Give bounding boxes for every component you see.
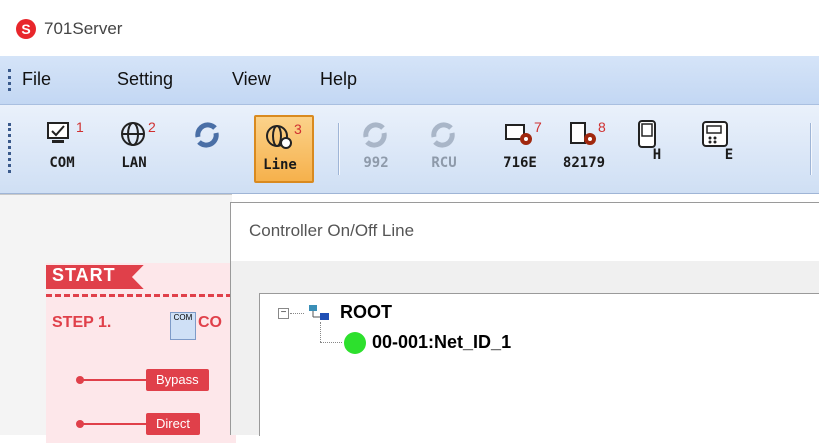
- device-h-label: H: [652, 147, 662, 163]
- tree-node-net-id-1[interactable]: 00-001:Net_ID_1: [372, 332, 511, 353]
- com-button[interactable]: 1 COM: [38, 115, 94, 179]
- dialog-body: − ROOT 00-001:Net_ID_1: [231, 261, 819, 436]
- toolbar-separator: [338, 123, 340, 175]
- refresh-icon: [363, 122, 387, 148]
- refresh-button[interactable]: [184, 115, 240, 179]
- device-e-button[interactable]: E: [694, 115, 750, 179]
- com-number: 1: [76, 119, 84, 135]
- tree-root[interactable]: ROOT: [340, 302, 392, 323]
- collapse-toggle[interactable]: −: [278, 308, 289, 319]
- title-bar: S 701Server: [0, 0, 819, 56]
- 992-label: 992: [363, 155, 389, 171]
- controller-online-dialog: Controller On/Off Line − ROOT 00-001:Net…: [230, 202, 819, 436]
- lan-button[interactable]: 2 LAN: [110, 115, 166, 179]
- com-monitor-icon: COM: [170, 312, 196, 340]
- bypass-button[interactable]: Bypass: [146, 369, 209, 391]
- menu-file[interactable]: File: [22, 69, 51, 90]
- menu-bar: File Setting View Help: [0, 56, 819, 105]
- gear-device-icon: [570, 122, 596, 145]
- menu-setting[interactable]: Setting: [117, 69, 173, 90]
- app-title: 701Server: [44, 19, 123, 38]
- com-label: COM: [49, 155, 75, 171]
- 82179-label: 82179: [562, 155, 606, 171]
- 716e-number: 7: [534, 119, 542, 135]
- online-status-icon: [344, 332, 366, 354]
- rcu-button[interactable]: RCU: [420, 115, 476, 179]
- line-label: Line: [263, 157, 297, 173]
- lan-globe-icon: [121, 122, 145, 146]
- line-button[interactable]: 3 Line: [254, 115, 314, 183]
- 716e-button[interactable]: 7 716E: [496, 115, 552, 179]
- toolbar: 1 COM 2 LAN 3 Line 992 RCU 7 716E 8 8217…: [0, 105, 819, 194]
- tree-connector: [290, 313, 304, 314]
- direct-button[interactable]: Direct: [146, 413, 200, 435]
- controller-tree[interactable]: − ROOT 00-001:Net_ID_1: [259, 293, 819, 436]
- line-number: 3: [294, 121, 302, 137]
- option-line: [80, 379, 150, 381]
- start-tag: START: [46, 265, 144, 289]
- refresh-icon: [431, 122, 455, 148]
- 992-button[interactable]: 992: [352, 115, 408, 179]
- lan-number: 2: [148, 119, 156, 135]
- refresh-icon: [195, 122, 219, 148]
- device-h-button[interactable]: H: [628, 115, 684, 179]
- menu-help[interactable]: Help: [320, 69, 357, 90]
- rcu-label: RCU: [431, 155, 457, 171]
- app-logo-icon: S: [16, 19, 36, 39]
- 716e-label: 716E: [503, 155, 537, 171]
- com-monitor-icon: [47, 122, 69, 143]
- toolbar-separator: [810, 123, 812, 175]
- line-globe-icon: [266, 125, 292, 149]
- 82179-number: 8: [598, 119, 606, 135]
- tree-connector: [320, 342, 342, 343]
- left-panel: START STEP 1. COM CO Bypass Direct: [0, 194, 236, 443]
- step1-label: STEP 1.: [52, 314, 112, 331]
- steps-panel: [46, 263, 236, 443]
- menubar-grip[interactable]: [8, 69, 14, 91]
- 82179-button[interactable]: 8 82179: [560, 115, 616, 179]
- tree-connector: [320, 322, 321, 342]
- lan-label: LAN: [121, 155, 147, 171]
- menu-view[interactable]: View: [232, 69, 271, 90]
- option-line: [80, 423, 150, 425]
- step1-text: CO: [198, 314, 222, 331]
- dashed-divider: [46, 294, 232, 297]
- gear-device-icon: [505, 124, 532, 145]
- toolbar-grip[interactable]: [8, 123, 14, 173]
- device-e-label: E: [724, 147, 734, 163]
- network-root-icon: [309, 305, 329, 320]
- dialog-title: Controller On/Off Line: [249, 221, 415, 240]
